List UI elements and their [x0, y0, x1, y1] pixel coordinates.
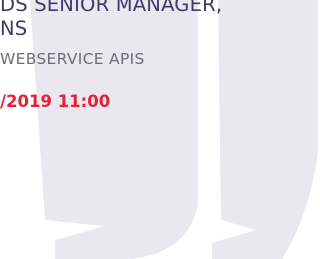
speaker-title: DS SENIOR MANAGER, NS: [0, 0, 222, 41]
session-topic: WEBSERVICE APIS: [0, 50, 145, 68]
session-datetime: /2019 11:00: [0, 92, 111, 111]
speaker-title-line1: DS SENIOR MANAGER,: [0, 0, 223, 16]
speaker-title-line2: NS: [0, 17, 28, 40]
